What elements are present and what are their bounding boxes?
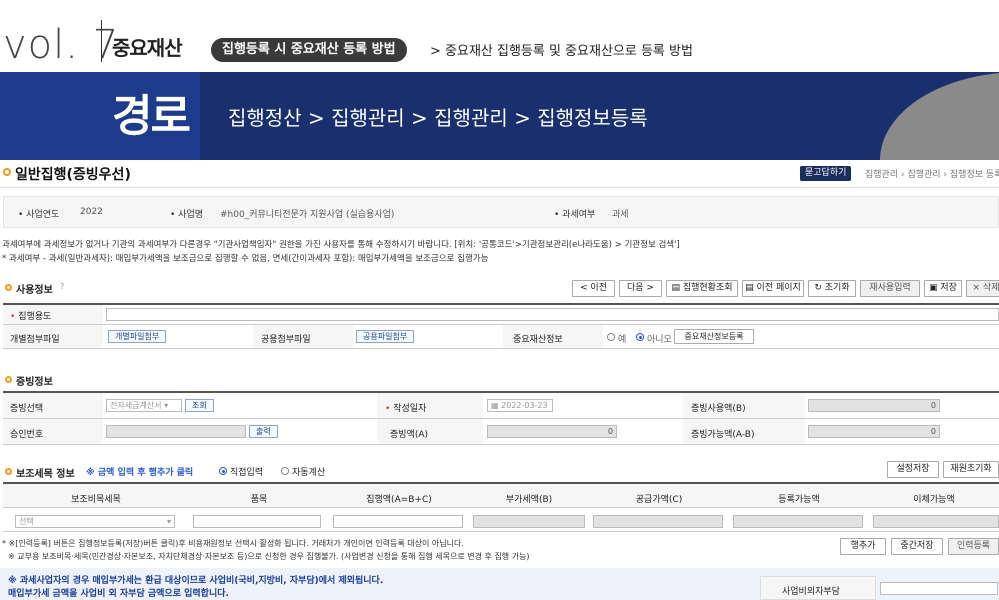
topic-pill: 집행등록 시 중요재산 등록 방법 [211, 38, 407, 62]
common-file-label: 공용첨부파일 [261, 335, 311, 345]
subsidy-item-select[interactable]: 선택 ▾ [15, 515, 175, 528]
subsidy-hint: ※ 금액 입력 후 행추가 클릭 [86, 468, 194, 478]
evidence-select[interactable]: 전자세금계산서 ▾ [106, 399, 182, 412]
direct-input-radio[interactable] [219, 467, 227, 475]
reuse-button[interactable]: 재사용입력 [860, 280, 920, 297]
outside-burden-label: 사업비외자부담 [782, 587, 840, 597]
asset-no-radio[interactable] [636, 333, 644, 341]
subsidy-table: 보조비목세목 품목 집행액(A=B+C) 부가세액(B) 공급가액(C) 등록가… [3, 482, 999, 532]
subtopic: > 중요재산 집행등록 및 중요재산으로 등록 방법 [430, 44, 693, 59]
prev-page-button[interactable]: ▤ 이전 페이지 [742, 280, 804, 297]
ask-button[interactable]: 묻고답하기 [800, 166, 852, 181]
status-lookup-button[interactable]: ▤ 집행현황조회 [666, 280, 738, 297]
approval-label: 승인번호 [10, 430, 44, 440]
tax-note-1: ※ 과세사업자의 경우 매입부가세는 환급 대상이므로 사업비(국비,지방비, … [8, 576, 384, 586]
transferable-field [873, 515, 999, 528]
divider [101, 20, 102, 62]
common-file-button[interactable]: 공용파일첨부 [356, 330, 415, 343]
tax-info-note: 과세여부에 과세정보가 없거나 기관의 과세여부가 다른경우 "기관사업책임자"… [2, 240, 680, 250]
evidence-table: 증빙선택 전자세금계산서 ▾ 조회 • 작성일자 ▦ 2022-03-23 증빙… [3, 391, 999, 445]
tax-label: • 과세여부 [554, 210, 596, 220]
reset-button[interactable]: ↻ 초기화 [808, 280, 856, 297]
business-label: • 사업명 [170, 210, 204, 220]
staff-note: * ※[인력등록] 버튼은 집행정보등록(저장)버튼 클릭)후 비용재원정보 선… [2, 539, 464, 548]
section-bullet-icon [5, 468, 12, 475]
next-button[interactable]: 다음 > [619, 280, 662, 297]
section-bullet-icon [5, 376, 12, 383]
header-exec-amount: 집행액(A=B+C) [366, 495, 432, 505]
topic-title: 중요재산 [112, 36, 183, 60]
use-amount-field: 0 [808, 399, 940, 412]
lookup-button[interactable]: 조회 [185, 399, 214, 412]
amount-field: 0 [487, 425, 617, 438]
amount-label: 증빙액(A) [390, 430, 429, 440]
path-banner: 경로 집행정산 > 집행관리 > 집행관리 > 집행정보등록 [0, 72, 999, 160]
subsidy-section-title: 보조세목 정보 [16, 469, 75, 480]
approval-field [106, 425, 246, 438]
supply-field [593, 515, 723, 528]
banner-title: 경로 [112, 91, 191, 142]
usage-section-title: 사용정보 [16, 285, 53, 296]
subsidy-note: ※ 교부용 보조비목·세목(민간경상·자본보조, 자치단체경상·자본보조 등)으… [8, 552, 530, 561]
auto-calc-label: 자동계산 [292, 468, 326, 478]
year-label: • 사업연도 [18, 210, 60, 220]
header-transferable: 이체가능액 [913, 495, 955, 505]
save-button[interactable]: ▣ 저장 [924, 280, 962, 297]
add-row-button[interactable]: 행추가 [840, 538, 886, 555]
header-vat: 부가세액(B) [505, 495, 553, 505]
business-value: #h00_커뮤니티전문가 지원사업 (실습용사업) [220, 210, 395, 220]
vat-field [473, 515, 585, 528]
asset-label: 중요재산정보 [513, 335, 563, 345]
asset-yes-radio[interactable] [607, 333, 615, 341]
header-goods: 품목 [250, 495, 268, 505]
goods-input[interactable] [193, 515, 321, 528]
header-registrable: 등록가능액 [778, 495, 820, 505]
evidence-section-title: 증빙정보 [16, 377, 53, 388]
exec-amount-input[interactable] [333, 515, 463, 528]
evidence-select-label: 증빙선택 [10, 404, 44, 414]
reset-fund-button[interactable]: 재원초기화 [943, 461, 999, 478]
banner-path: 집행정산 > 집행관리 > 집행관리 > 집행정보등록 [228, 106, 648, 130]
attachment-row: 개별첨부파일 개별파일첨부 공용첨부파일 공용파일첨부 중요재산정보 예 아니오… [3, 325, 999, 349]
tax-note-2: 매입부가세 금액을 사업비 외 자부담 금액으로 입력합니다. [8, 589, 229, 599]
file-attach-button[interactable]: 개별파일첨부 [108, 330, 167, 343]
prev-button[interactable]: < 이전 [572, 280, 615, 297]
page-title: 일반집행(증빙우선) [15, 167, 131, 183]
date-label: • 작성일자 [385, 404, 427, 414]
banner-decoration [880, 72, 999, 160]
outside-burden-input[interactable] [880, 582, 998, 595]
auto-calc-radio[interactable] [281, 467, 289, 475]
usage-table: • 집행용도 개별첨부파일 개별파일첨부 공용첨부파일 공용파일첨부 중요재산정… [3, 303, 999, 349]
header-subsidy-item: 보조비목세목 [71, 495, 121, 505]
delete-button[interactable]: × 삭제 [966, 280, 999, 297]
title-bullet-icon [3, 168, 11, 176]
purpose-label: • 집행용도 [10, 312, 52, 322]
temp-save-button[interactable]: 중간저장 [891, 538, 943, 555]
top-header: vol. 7 중요재산 집행등록 시 중요재산 등록 방법 > 중요재산 집행등… [0, 0, 999, 72]
tax-rule-note: * 과세여부 - 과세(일반과세자): 매입부가세액을 보조금으로 집행할 수 … [2, 254, 489, 264]
year-value: 2022 [80, 207, 103, 217]
file-label: 개별첨부파일 [10, 335, 60, 345]
tax-notes-box: ※ 과세사업자의 경우 매입부가세는 환급 대상이므로 사업비(국비,지방비, … [0, 568, 999, 600]
purpose-row: • 집행용도 [3, 305, 999, 325]
section-bullet-icon [5, 284, 12, 291]
purpose-input[interactable] [106, 308, 999, 321]
breadcrumb: 집행관리 › 집행관리 › 집행정보 등록 [865, 170, 999, 180]
print-button[interactable]: 출력 [249, 425, 278, 438]
use-amount-label: 증빙사용액(B) [691, 404, 746, 414]
direct-input-label: 직접입력 [230, 468, 264, 478]
header-supply: 공급가액(C) [635, 495, 683, 505]
available-label: 증빙가능액(A-B) [691, 430, 755, 440]
save-setting-button[interactable]: 설정저장 [887, 461, 939, 478]
registrable-field [733, 515, 863, 528]
asset-no-label: 아니오 [647, 335, 672, 345]
tax-value: 과세 [612, 210, 629, 220]
asset-register-button[interactable]: 중요재산정보등록 [674, 329, 754, 344]
available-field: 0 [808, 425, 940, 438]
staff-register-button[interactable]: 인력등록 [948, 538, 999, 555]
date-input[interactable]: ▦ 2022-03-23 [487, 399, 553, 412]
business-info-box: • 사업연도 2022 • 사업명 #h00_커뮤니티전문가 지원사업 (실습용… [3, 196, 999, 228]
help-icon[interactable]: ? [60, 282, 64, 291]
asset-yes-label: 예 [618, 335, 627, 345]
